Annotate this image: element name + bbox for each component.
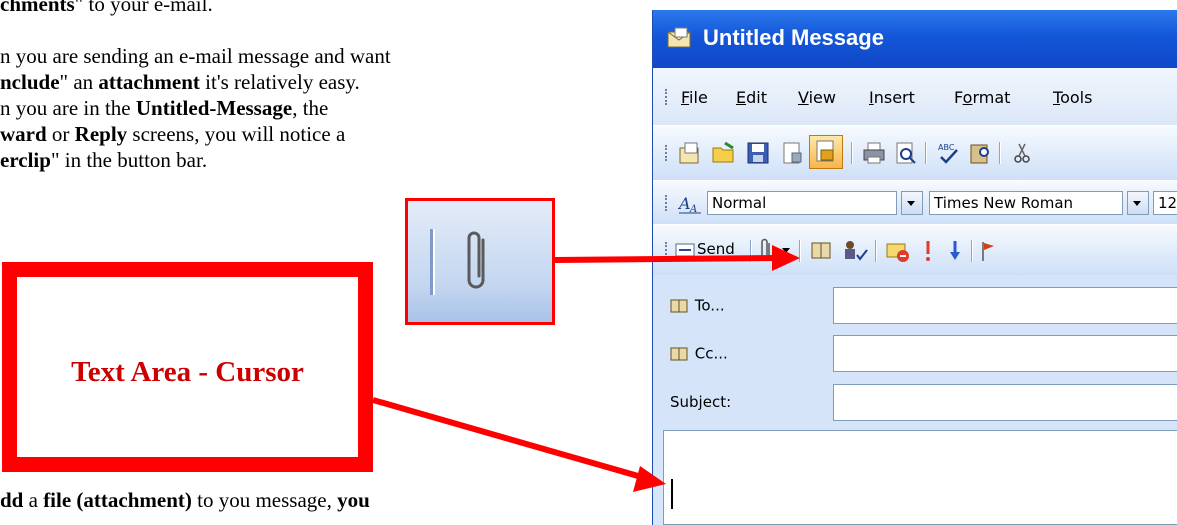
arrow-to-cursor xyxy=(372,397,666,492)
arrow-to-paperclip xyxy=(554,245,800,271)
annotation-arrows xyxy=(372,245,800,492)
